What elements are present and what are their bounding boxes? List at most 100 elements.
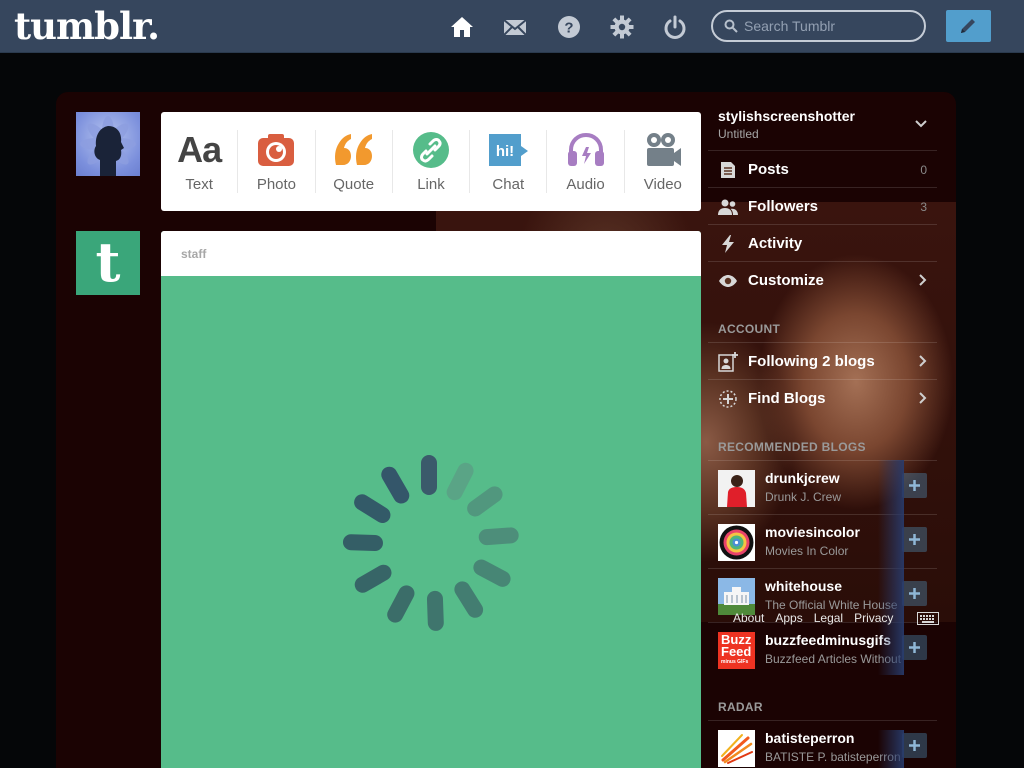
sidebar-item-find-blogs[interactable]: Find Blogs	[708, 379, 937, 416]
keyboard-icon[interactable]	[917, 612, 939, 625]
blog-title: Untitled	[718, 127, 759, 141]
radar-heading: RADAR	[718, 700, 763, 714]
sidebar-item-posts[interactable]: Posts 0	[708, 150, 937, 187]
post-type-label: Quote	[333, 176, 375, 193]
following-icon	[718, 352, 738, 372]
plus-icon	[909, 480, 920, 491]
post-type-label: Link	[417, 176, 445, 193]
eye-icon	[718, 272, 738, 290]
plus-icon	[909, 740, 920, 751]
sidebar-item-activity[interactable]: Activity	[708, 224, 937, 261]
post-type-video[interactable]: Video	[625, 130, 701, 193]
text-icon: Aa	[177, 129, 222, 170]
posts-count: 0	[920, 163, 927, 177]
sidebar-item-followers[interactable]: Followers 3	[708, 187, 937, 224]
blog-avatar[interactable]: Buzz Feed minus GIFs	[718, 632, 755, 669]
footer-link-apps[interactable]: Apps	[775, 611, 802, 625]
post-type-label: Text	[185, 176, 213, 193]
post-type-link[interactable]: Link	[393, 130, 471, 193]
sidebar-item-label: Activity	[748, 235, 803, 252]
plus-icon	[909, 534, 920, 545]
blog-name[interactable]: whitehouse	[765, 578, 842, 594]
dashboard-post: staff	[161, 231, 701, 768]
top-navigation-bar: tumblr. ?	[0, 0, 1024, 53]
svg-text:hi!: hi!	[496, 143, 514, 160]
footer-link-legal[interactable]: Legal	[814, 611, 843, 625]
post-type-bar: Aa Text Photo Quote Link hi! Chat Audio	[161, 112, 701, 211]
blog-avatar[interactable]	[718, 730, 755, 767]
blog-name[interactable]: buzzfeedminusgifs	[765, 632, 891, 648]
follow-button[interactable]	[902, 581, 927, 606]
svg-text:?: ?	[564, 20, 573, 37]
follow-button[interactable]	[902, 473, 927, 498]
post-type-chat[interactable]: hi! Chat	[470, 130, 548, 193]
link-icon	[393, 130, 469, 170]
compose-button[interactable]	[946, 10, 991, 42]
followers-icon	[718, 198, 738, 216]
blog-avatar[interactable]	[718, 524, 755, 561]
chevron-right-icon	[919, 274, 927, 286]
blog-name[interactable]: drunkjcrew	[765, 470, 840, 486]
camera-icon	[238, 130, 314, 170]
help-icon[interactable]: ?	[556, 14, 582, 40]
home-icon[interactable]	[449, 14, 475, 40]
search-box[interactable]	[711, 10, 926, 42]
blog-name: stylishscreenshotter	[718, 108, 855, 124]
blog-avatar[interactable]	[718, 470, 755, 507]
search-input[interactable]	[744, 17, 914, 35]
blog-name[interactable]: moviesincolor	[765, 524, 860, 540]
settings-icon[interactable]	[609, 14, 635, 40]
footer-link-about[interactable]: About	[733, 611, 764, 625]
sidebar-scroll-overlay	[878, 460, 904, 675]
chevron-down-icon	[915, 120, 927, 128]
post-header: staff	[161, 231, 701, 276]
sidebar-scroll-overlay	[878, 730, 904, 768]
find-blogs-icon	[718, 390, 738, 408]
post-author[interactable]: staff	[181, 247, 206, 261]
spinner-icon	[342, 455, 519, 631]
search-icon	[724, 19, 738, 33]
staff-avatar[interactable]: t	[76, 231, 140, 295]
post-type-photo[interactable]: Photo	[238, 130, 316, 193]
post-type-label: Audio	[566, 176, 605, 193]
power-icon[interactable]	[662, 14, 688, 40]
post-type-label: Chat	[492, 176, 525, 193]
buzzfeed-logo-text: Buzz Feed	[721, 633, 752, 659]
blog-name[interactable]: batisteperron	[765, 730, 854, 746]
footer-links: About Apps Legal Privacy	[733, 611, 893, 625]
sidebar-item-label: Posts	[748, 161, 789, 178]
lightning-icon	[718, 235, 738, 253]
posts-icon	[718, 161, 738, 179]
video-camera-icon	[625, 130, 701, 170]
post-type-label: Photo	[256, 176, 297, 193]
pencil-icon	[961, 19, 975, 33]
mail-icon[interactable]	[502, 14, 528, 40]
post-type-text[interactable]: Aa Text	[161, 129, 239, 193]
sidebar-item-label: Customize	[748, 272, 824, 289]
chat-icon: hi!	[470, 130, 546, 170]
buzzfeed-logo-line: Feed	[721, 644, 752, 659]
follow-button[interactable]	[902, 635, 927, 660]
buzzfeed-logo-subtext: minus GIFs	[721, 659, 749, 665]
footer-link-privacy[interactable]: Privacy	[854, 611, 893, 625]
post-type-audio[interactable]: Audio	[547, 130, 625, 193]
post-type-label: Video	[643, 176, 682, 193]
chevron-right-icon	[919, 392, 927, 404]
sidebar-item-label: Followers	[748, 198, 819, 215]
tumblr-logo[interactable]: tumblr.	[14, 4, 160, 48]
plus-icon	[909, 588, 920, 599]
blog-avatar[interactable]	[718, 578, 755, 615]
headphones-icon	[547, 130, 623, 170]
account-heading: ACCOUNT	[718, 322, 781, 336]
sidebar-item-following[interactable]: Following 2 blogs	[708, 342, 937, 379]
tumblr-t-logo: t	[95, 230, 121, 294]
sidebar-item-customize[interactable]: Customize	[708, 261, 937, 298]
follow-button[interactable]	[902, 527, 927, 552]
chevron-right-icon	[919, 355, 927, 367]
followers-count: 3	[920, 200, 927, 214]
plus-icon	[909, 642, 920, 653]
follow-button[interactable]	[902, 733, 927, 758]
blog-switcher[interactable]: stylishscreenshotter Untitled	[718, 108, 937, 148]
post-type-quote[interactable]: Quote	[316, 130, 393, 193]
user-avatar[interactable]	[76, 112, 140, 176]
